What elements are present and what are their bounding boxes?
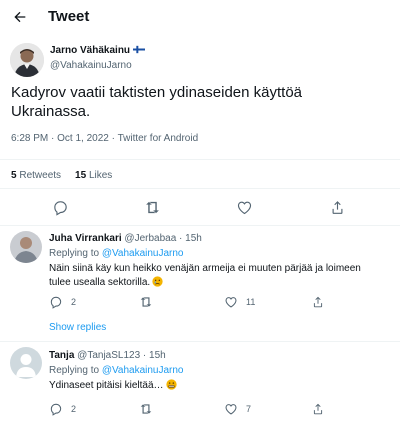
replying-to: Replying to @VahakainuJarno [49, 365, 184, 376]
reply-avatar[interactable] [10, 231, 42, 263]
show-replies-link[interactable]: Show replies [49, 322, 106, 333]
tweet-text: Kadyrov vaatii taktisten ydinaseiden käy… [11, 84, 302, 120]
reply-action-bar: 2 7 [0, 402, 400, 416]
like-icon [237, 201, 251, 214]
share-icon [332, 200, 342, 214]
reply-author-name[interactable]: Tanja [49, 350, 74, 361]
avatar-default [10, 347, 42, 379]
share-button[interactable] [328, 198, 346, 216]
reply-action-bar: 2 11 [0, 295, 400, 309]
retweets-count: 5 [11, 170, 17, 181]
reply-author-handle[interactable]: @Jerbabaa [124, 233, 176, 244]
reply-button[interactable]: 2 [49, 295, 76, 309]
likes-stat[interactable]: 15 Likes [75, 170, 112, 181]
divider [0, 159, 400, 160]
reply-author-name[interactable]: Juha Virrankari [49, 233, 122, 244]
grimacing-face-emoji [165, 379, 177, 390]
tweet-metadata: 6:28 PM · Oct 1, 2022 · Twitter for Andr… [11, 133, 199, 144]
retweet-button[interactable] [139, 402, 161, 416]
retweet-button[interactable] [139, 295, 161, 309]
retweets-label: Retweets [19, 170, 62, 181]
retweets-stat[interactable]: 5 Retweets [11, 170, 61, 181]
top-bar: Tweet [0, 0, 400, 36]
reply-icon [53, 200, 67, 216]
replying-mention[interactable]: @VahakainuJarno [102, 365, 184, 376]
likes-count: 15 [75, 170, 87, 181]
retweet-icon [140, 297, 152, 307]
reply-icon [50, 403, 62, 416]
like-icon [225, 404, 237, 415]
tweet-action-bar [0, 198, 400, 218]
like-button[interactable]: 11 [224, 295, 255, 309]
reply-text-content: Näin siinä käy kun heikko venäjän armeij… [49, 263, 361, 288]
tweet-time[interactable]: 6:28 PM [11, 133, 48, 144]
reply-avatar[interactable] [10, 347, 42, 379]
reply-count: 2 [71, 404, 77, 414]
like-button[interactable] [235, 198, 253, 216]
reply-author-handle[interactable]: @TanjaSL123 [77, 350, 140, 361]
divider [0, 225, 400, 226]
finland-flag-icon [133, 45, 146, 54]
reply-icon [50, 296, 62, 309]
reply-count: 2 [71, 297, 77, 307]
arrow-left-icon [14, 11, 26, 23]
reply-time[interactable]: 15h [149, 350, 166, 361]
reply-time[interactable]: 15h [185, 233, 202, 244]
avatar-photo [10, 231, 42, 263]
avatar-photo [10, 43, 44, 77]
tweet-date[interactable]: Oct 1, 2022 [57, 133, 109, 144]
reply-header: Tanja @TanjaSL123 · 15h [49, 350, 166, 361]
author-handle[interactable]: @VahakainuJarno [50, 60, 132, 71]
replying-to: Replying to @VahakainuJarno [49, 248, 184, 259]
reply-text: Ydinaseet pitäisi kieltää… [49, 379, 379, 393]
reply-text: Näin siinä käy kun heikko venäjän armeij… [49, 262, 379, 290]
retweet-button[interactable] [143, 198, 161, 216]
likes-label: Likes [88, 170, 113, 181]
replying-prefix: Replying to [49, 248, 100, 259]
author-name[interactable]: Jarno Vähäkainu [50, 45, 146, 56]
like-count: 11 [246, 297, 256, 307]
replying-prefix: Replying to [49, 365, 100, 376]
reply-button[interactable] [51, 198, 69, 216]
back-button[interactable] [8, 5, 32, 29]
tweet-stats: 5 Retweets 15 Likes [11, 170, 112, 181]
author-name-text: Jarno Vähäkainu [50, 45, 131, 56]
reply-text-content: Ydinaseet pitäisi kieltää… [49, 380, 164, 391]
retweet-icon [145, 201, 159, 213]
replying-mention[interactable]: @VahakainuJarno [102, 248, 184, 259]
tweet-source[interactable]: Twitter for Android [118, 133, 199, 144]
page-title: Tweet [48, 8, 90, 25]
divider [0, 188, 400, 189]
divider [0, 341, 400, 342]
author-avatar[interactable] [10, 43, 44, 77]
like-button[interactable]: 7 [224, 402, 251, 416]
share-icon [313, 296, 323, 308]
like-count: 7 [246, 404, 252, 414]
reply-header: Juha Virrankari @Jerbabaa · 15h [49, 233, 202, 244]
retweet-icon [140, 404, 152, 414]
share-button[interactable] [311, 402, 333, 416]
like-icon [225, 297, 237, 308]
reply-button[interactable]: 2 [49, 402, 76, 416]
share-icon [313, 403, 323, 415]
sad-face-emoji [152, 276, 163, 287]
share-button[interactable] [311, 295, 333, 309]
